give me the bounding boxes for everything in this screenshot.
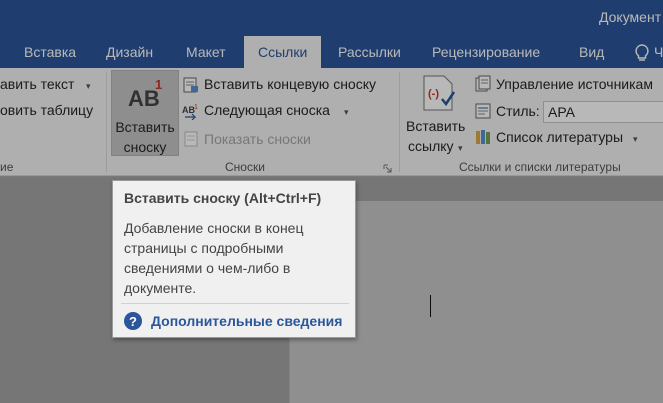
chevron-down-icon: ▾ (86, 81, 91, 91)
footnotes-group-label: Сноски (225, 160, 265, 174)
group-divider (399, 72, 400, 172)
tab-view[interactable]: Вид (579, 36, 604, 68)
ribbon: авить текст ▾ овить таблицу ие AB 1 Вста… (0, 68, 663, 176)
show-notes-button[interactable]: Показать сноски (204, 131, 311, 147)
style-label: Стиль: (496, 103, 540, 119)
tab-insert[interactable]: Вставка (24, 36, 76, 68)
tab-tell-me[interactable]: Ч (654, 36, 663, 68)
svg-text:(-): (-) (428, 88, 439, 100)
chevron-down-icon: ▾ (344, 107, 349, 117)
lightbulb-icon[interactable] (632, 43, 652, 63)
chevron-down-icon: ▾ (633, 134, 638, 144)
manage-sources-button[interactable]: Управление источникам (496, 76, 653, 92)
tooltip-divider (121, 303, 349, 304)
tab-review[interactable]: Рецензирование (432, 36, 540, 68)
footnote-tooltip: Вставить сноску (Alt+Ctrl+F) Добавление … (112, 180, 356, 338)
insert-footnote-label: Вставить (115, 119, 175, 135)
insert-footnote-button[interactable]: AB 1 Вставить сноску (111, 70, 179, 156)
update-table-button[interactable]: овить таблицу (0, 102, 93, 118)
show-notes-icon (184, 131, 198, 147)
style-icon (475, 103, 491, 119)
footnote-number-icon: 1 (155, 77, 163, 92)
tab-layout[interactable]: Макет (186, 36, 226, 68)
insert-footnote-label-2: сноску (123, 139, 167, 155)
svg-text:1: 1 (194, 104, 198, 111)
text-cursor (430, 295, 431, 317)
tab-references[interactable]: Ссылки (244, 36, 322, 68)
insert-citation-button[interactable]: Вставить (406, 118, 465, 134)
help-icon[interactable]: ? (123, 311, 143, 331)
tooltip-title: Вставить сноску (Alt+Ctrl+F) (124, 190, 322, 206)
next-footnote-button[interactable]: Следующая сноска (204, 102, 330, 118)
tab-design[interactable]: Дизайн (106, 36, 153, 68)
insert-endnote-icon (183, 77, 198, 93)
citation-style-select[interactable]: APA (543, 101, 663, 123)
next-footnote-icon: AB 1 (182, 104, 198, 120)
title-bar: Документ (0, 0, 663, 36)
toc-group-label: ие (0, 160, 14, 174)
ribbon-tabs: Вставка Дизайн Макет Ссылки Рассылки Рец… (0, 36, 663, 68)
chevron-down-icon: ▾ (458, 143, 463, 153)
tab-mailings[interactable]: Рассылки (338, 36, 401, 68)
bibliography-icon (476, 130, 490, 144)
add-text-button[interactable]: авить текст (0, 76, 74, 92)
more-info-link[interactable]: Дополнительные сведения (151, 313, 342, 329)
window-title: Документ (599, 9, 662, 25)
tooltip-description: Добавление сноски в конец страницы с под… (124, 220, 304, 296)
insert-citation-icon: (-) (423, 75, 456, 111)
citations-group-label: Ссылки и списки литературы (459, 160, 621, 174)
dialog-launcher-icon[interactable] (383, 164, 392, 173)
insert-endnote-button[interactable]: Вставить концевую сноску (204, 76, 376, 92)
svg-text:?: ? (129, 314, 137, 329)
group-divider (106, 72, 107, 172)
insert-citation-label-2: ссылку (408, 138, 454, 154)
bibliography-button[interactable]: Список литературы (496, 129, 623, 145)
manage-sources-icon (475, 75, 491, 92)
